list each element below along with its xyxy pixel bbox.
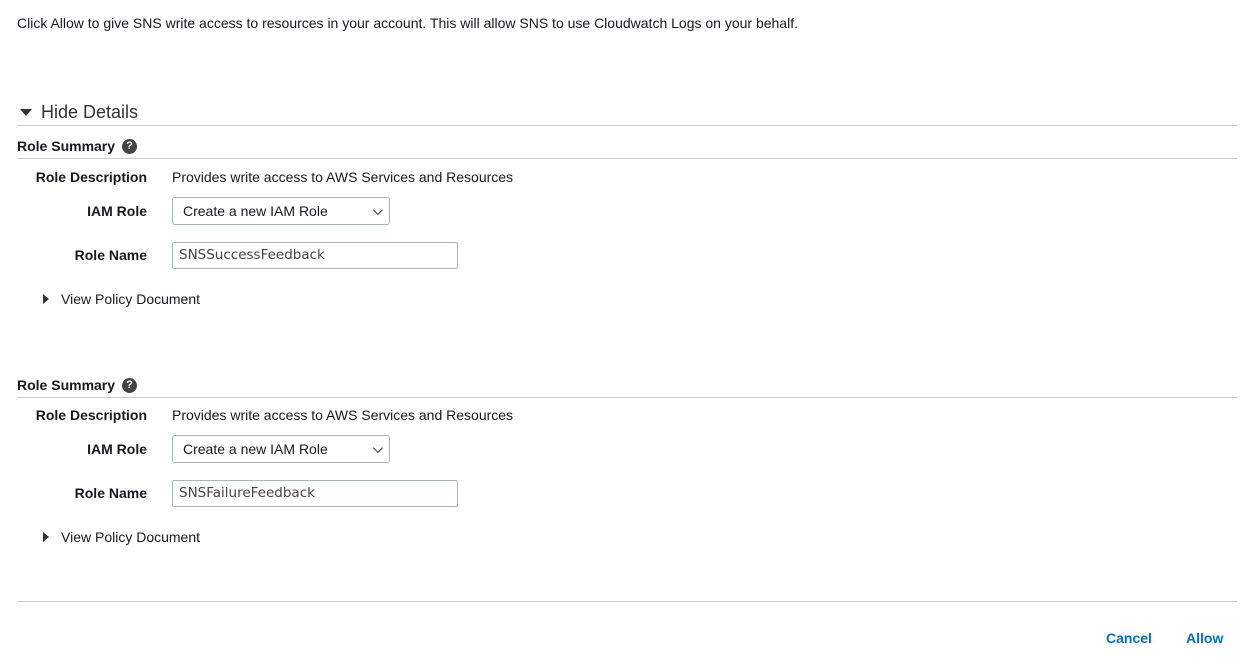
view-policy-document-toggle[interactable]: View Policy Document — [43, 291, 200, 307]
caret-right-icon — [43, 294, 49, 304]
iam-role-label: IAM Role — [87, 441, 147, 457]
chevron-down-icon — [372, 204, 383, 215]
iam-role-select[interactable]: Create a new IAM Role — [172, 197, 390, 225]
role-summary-title: Role Summary ? — [17, 376, 1237, 394]
view-policy-document-label: View Policy Document — [61, 291, 201, 307]
cancel-button[interactable]: Cancel — [1106, 630, 1152, 646]
role-description-label: Role Description — [35, 407, 147, 423]
role-summary-title: Role Summary ? — [17, 137, 1237, 155]
section-divider — [17, 158, 1237, 159]
footer-divider — [17, 601, 1237, 602]
role-summary-title-text: Role Summary — [17, 138, 116, 154]
iam-role-selected-value: Create a new IAM Role — [183, 441, 328, 457]
role-name-row: Role Name — [17, 479, 458, 507]
help-icon[interactable]: ? — [122, 138, 138, 154]
iam-role-selected-value: Create a new IAM Role — [183, 203, 328, 219]
role-description-value: Provides write access to AWS Services an… — [172, 169, 514, 185]
intro-text: Click Allow to give SNS write access to … — [17, 15, 798, 31]
role-name-label: Role Name — [74, 485, 147, 501]
caret-right-icon — [43, 532, 49, 542]
role-name-row: Role Name — [17, 241, 458, 269]
section-divider — [17, 397, 1237, 398]
view-policy-document-toggle[interactable]: View Policy Document — [43, 529, 200, 545]
role-name-input[interactable] — [172, 241, 458, 269]
chevron-down-icon — [372, 442, 383, 453]
hide-details-label: Hide Details — [41, 102, 139, 122]
hide-details-toggle[interactable]: Hide Details — [17, 102, 138, 123]
role-description-row: Role Description Provides write access t… — [17, 168, 513, 186]
iam-role-label: IAM Role — [87, 203, 147, 219]
allow-button[interactable]: Allow — [1186, 630, 1223, 646]
view-policy-document-label: View Policy Document — [61, 529, 201, 545]
role-summary-success: Role Summary ? Role Description Provides… — [17, 137, 1237, 307]
role-description-label: Role Description — [35, 169, 147, 185]
role-name-input[interactable] — [172, 479, 458, 507]
help-icon[interactable]: ? — [122, 377, 138, 393]
role-name-label: Role Name — [74, 247, 147, 263]
details-divider — [17, 125, 1237, 126]
role-summary-title-text: Role Summary — [17, 377, 116, 393]
iam-role-select[interactable]: Create a new IAM Role — [172, 435, 390, 463]
role-summary-failure: Role Summary ? Role Description Provides… — [17, 376, 1237, 545]
sns-permission-dialog: Click Allow to give SNS write access to … — [0, 0, 1253, 664]
iam-role-row: IAM Role Create a new IAM Role — [17, 434, 390, 464]
caret-down-icon — [20, 109, 32, 116]
role-description-row: Role Description Provides write access t… — [17, 406, 513, 424]
iam-role-row: IAM Role Create a new IAM Role — [17, 196, 390, 226]
role-description-value: Provides write access to AWS Services an… — [172, 407, 514, 423]
